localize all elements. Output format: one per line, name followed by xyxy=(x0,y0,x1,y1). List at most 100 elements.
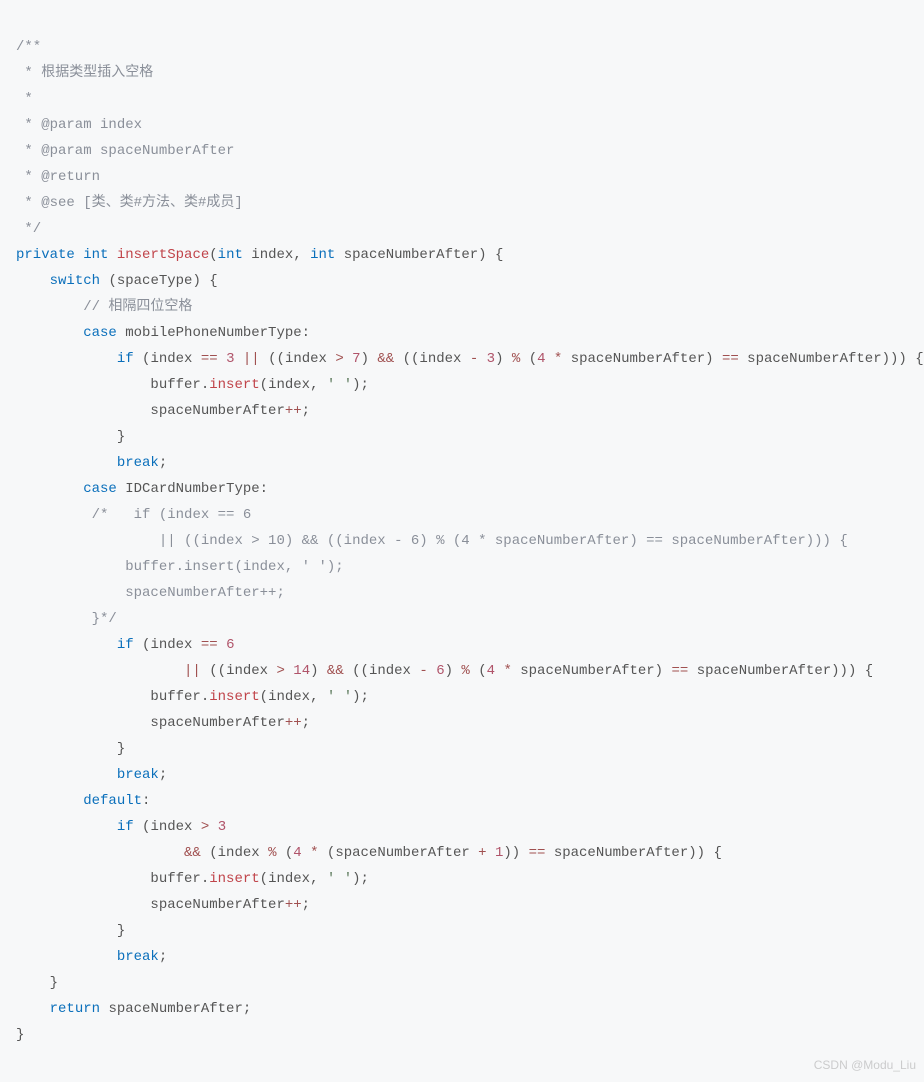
op-eqeq: == xyxy=(529,845,546,861)
pn: ( xyxy=(403,351,411,367)
pn: ( xyxy=(108,273,116,289)
pn: ; xyxy=(243,1001,251,1017)
id-buffer: buffer xyxy=(150,689,200,705)
pn: ) xyxy=(503,845,511,861)
op-star: * xyxy=(310,845,318,861)
op-pct: % xyxy=(461,663,469,679)
pn: ) xyxy=(352,871,360,887)
pn: , xyxy=(293,247,301,263)
pn: ; xyxy=(361,689,369,705)
pn: ( xyxy=(260,377,268,393)
id-buffer: buffer xyxy=(150,871,200,887)
op-star: * xyxy=(554,351,562,367)
pn: ) xyxy=(478,247,486,263)
pn: ; xyxy=(159,455,167,471)
op-and: && xyxy=(377,351,394,367)
doc-param2: * @param spaceNumberAfter xyxy=(16,143,234,159)
kw-break: break xyxy=(117,767,159,783)
id-sna: spaceNumberAfter xyxy=(520,663,654,679)
num-7: 7 xyxy=(352,351,360,367)
str-space: ' ' xyxy=(327,689,352,705)
pn: , xyxy=(310,377,318,393)
pn: ) xyxy=(898,351,906,367)
pn: ( xyxy=(478,663,486,679)
pn: } xyxy=(16,1027,24,1043)
id-sna: spaceNumberAfter xyxy=(697,663,831,679)
fn-insert: insert xyxy=(209,377,259,393)
op-and: && xyxy=(184,845,201,861)
kw-private: private xyxy=(16,247,75,263)
pn: ) xyxy=(352,689,360,705)
id-spaceType: spaceType xyxy=(117,273,193,289)
id-spaceNumberAfter: spaceNumberAfter xyxy=(344,247,478,263)
pn: ) xyxy=(512,845,520,861)
id-index: index xyxy=(369,663,411,679)
doc-see: * @see [类、类#方法、类#成员] xyxy=(16,195,243,211)
pn: . xyxy=(201,871,209,887)
op-eqeq: == xyxy=(201,351,218,367)
pn: } xyxy=(117,741,125,757)
op-or: || xyxy=(243,351,260,367)
num-4: 4 xyxy=(293,845,301,861)
kw-switch: switch xyxy=(50,273,100,289)
pn: ( xyxy=(361,663,369,679)
id-index: index xyxy=(226,663,268,679)
pn: { xyxy=(209,273,217,289)
kw-if: if xyxy=(117,351,134,367)
pn: { xyxy=(713,845,721,861)
op-eqeq: == xyxy=(201,637,218,653)
op-inc: ++ xyxy=(285,403,302,419)
id-sna: spaceNumberAfter xyxy=(571,351,705,367)
pn: ( xyxy=(529,351,537,367)
pn: ) xyxy=(882,351,890,367)
op-eqeq: == xyxy=(671,663,688,679)
id-sna: spaceNumberAfter xyxy=(108,1001,242,1017)
op-and: && xyxy=(327,663,344,679)
pn: ) xyxy=(840,663,848,679)
pn: ) xyxy=(831,663,839,679)
id-sna: spaceNumberAfter xyxy=(747,351,881,367)
str-space: ' ' xyxy=(327,377,352,393)
doc-param1: * @param index xyxy=(16,117,142,133)
id-sna: spaceNumberAfter xyxy=(150,897,284,913)
num-3: 3 xyxy=(218,819,226,835)
id-sna: spaceNumberAfter xyxy=(335,845,469,861)
op-gt: > xyxy=(335,351,343,367)
pn: ; xyxy=(302,897,310,913)
pn: ( xyxy=(209,845,217,861)
fn-insert: insert xyxy=(209,689,259,705)
pn: } xyxy=(117,429,125,445)
pn: ( xyxy=(260,689,268,705)
id-index: index xyxy=(251,247,293,263)
pn: : xyxy=(302,325,310,341)
pn: ( xyxy=(268,351,276,367)
op-plus: + xyxy=(478,845,486,861)
id-index: index xyxy=(268,871,310,887)
num-14: 14 xyxy=(293,663,310,679)
id-index: index xyxy=(419,351,461,367)
pn: , xyxy=(310,689,318,705)
doc-open: /** xyxy=(16,39,41,55)
doc-blank: * xyxy=(16,91,33,107)
pn: : xyxy=(142,793,150,809)
cmt-blk1: /* if (index == 6 xyxy=(92,507,252,523)
watermark: CSDN @Modu_Liu xyxy=(814,1052,916,1078)
pn: , xyxy=(310,871,318,887)
pn: ( xyxy=(277,351,285,367)
op-pct: % xyxy=(268,845,276,861)
op-or: || xyxy=(184,663,201,679)
op-gt: > xyxy=(276,663,284,679)
cmt-blk5: }*/ xyxy=(92,611,117,627)
id-index: index xyxy=(150,351,192,367)
op-minus: - xyxy=(470,351,478,367)
kw-int: int xyxy=(310,247,335,263)
kw-if: if xyxy=(117,637,134,653)
pn: ) xyxy=(352,377,360,393)
pn: . xyxy=(201,689,209,705)
id-index: index xyxy=(150,819,192,835)
str-space: ' ' xyxy=(327,871,352,887)
op-inc: ++ xyxy=(285,897,302,913)
id-index: index xyxy=(268,377,310,393)
kw-return: return xyxy=(50,1001,100,1017)
pn: { xyxy=(915,351,923,367)
